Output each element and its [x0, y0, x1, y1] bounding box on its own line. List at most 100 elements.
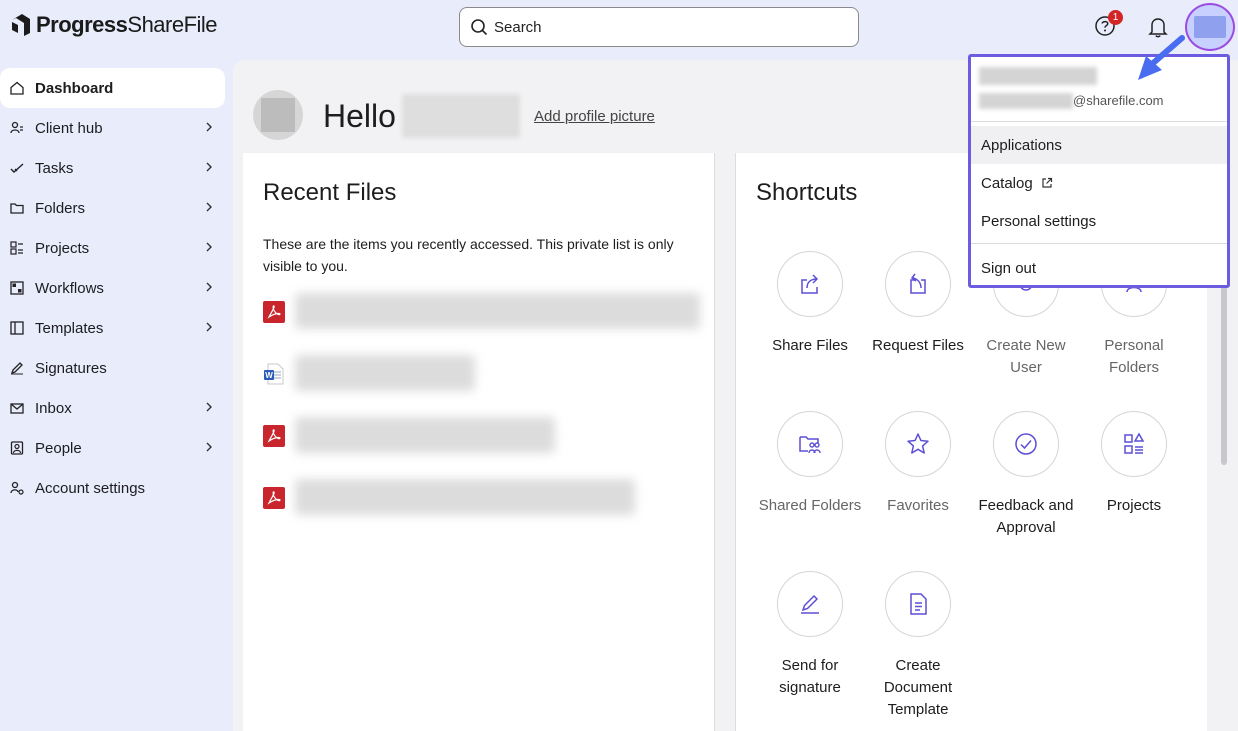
chevron-right-icon [206, 202, 212, 212]
sidebar-item-client-hub[interactable]: Client hub [0, 108, 225, 148]
pen-icon [10, 362, 23, 375]
annotation-arrow-icon [1138, 35, 1185, 80]
sidebar-item-projects[interactable]: Projects [0, 228, 225, 268]
sidebar-item-tasks[interactable]: Tasks [0, 148, 225, 188]
pdf-icon [263, 487, 285, 509]
sidebar-nav: Dashboard Client hub Tasks Folders Proje… [0, 68, 232, 508]
chevron-right-icon [206, 442, 212, 452]
shortcut-create-document-template[interactable]: Create Document Template [864, 571, 972, 721]
menu-divider [971, 243, 1227, 244]
add-profile-picture-link[interactable]: Add profile picture [534, 108, 655, 125]
external-link-icon [1042, 177, 1052, 188]
menu-item-sign-out[interactable]: Sign out [971, 249, 1227, 287]
profile-avatar [253, 90, 303, 140]
chevron-right-icon [206, 402, 212, 412]
sidebar-item-dashboard[interactable]: Dashboard [0, 68, 225, 108]
svg-text:W: W [265, 371, 273, 380]
check-circle-icon [1015, 433, 1037, 455]
people-icon [10, 441, 24, 455]
document-icon [910, 593, 927, 615]
sidebar-item-label: Account settings [35, 479, 146, 497]
workflows-icon [10, 281, 24, 295]
file-name-redacted [295, 417, 555, 453]
user-name-redacted [402, 94, 520, 138]
share-icon [801, 274, 819, 294]
user-menu-dropdown: @sharefile.com Applications Catalog Pers… [968, 54, 1230, 288]
sidebar-item-label: Workflows [35, 279, 104, 297]
file-name-redacted [295, 479, 635, 515]
check-icon [10, 163, 24, 173]
chevron-right-icon [206, 162, 212, 172]
top-bar: ProgressShareFile Search 1 [0, 0, 1238, 56]
recent-file-item[interactable] [263, 293, 703, 333]
pdf-icon [263, 425, 285, 447]
sidebar-item-workflows[interactable]: Workflows [0, 268, 225, 308]
shortcut-favorites[interactable]: Favorites [864, 411, 972, 517]
shared-folder-icon [799, 436, 821, 454]
recent-files-card: Recent Files These are the items you rec… [243, 153, 715, 731]
chevron-right-icon [206, 242, 212, 252]
shortcut-request-files[interactable]: Request Files [864, 251, 972, 357]
avatar [1194, 16, 1226, 38]
pdf-icon [263, 301, 285, 323]
account-settings-icon [10, 481, 24, 495]
folder-icon [10, 203, 24, 214]
sidebar-item-inbox[interactable]: Inbox [0, 388, 225, 428]
file-name-redacted [295, 293, 700, 329]
search-input[interactable]: Search [459, 7, 859, 47]
recent-file-item[interactable] [263, 417, 703, 457]
sidebar-item-label: Inbox [35, 399, 72, 417]
shortcut-projects[interactable]: Projects [1080, 411, 1188, 517]
sidebar-item-people[interactable]: People [0, 428, 225, 468]
request-icon [910, 273, 926, 294]
user-email-redacted [979, 93, 1073, 109]
menu-divider [971, 121, 1227, 122]
search-icon [471, 19, 488, 36]
sidebar-item-account-settings[interactable]: Account settings [0, 468, 225, 508]
shortcut-shared-folders[interactable]: Shared Folders [756, 411, 864, 517]
progress-logo-icon [12, 14, 30, 36]
search-placeholder: Search [494, 18, 542, 36]
sidebar-item-label: Signatures [35, 359, 107, 377]
mail-icon [10, 403, 24, 414]
sidebar-item-label: Projects [35, 239, 90, 257]
sidebar-item-templates[interactable]: Templates [0, 308, 225, 348]
chevron-right-icon [206, 282, 212, 292]
recent-files-title: Recent Files [263, 179, 397, 206]
projects-icon [1124, 432, 1145, 454]
menu-item-personal-settings[interactable]: Personal settings [971, 202, 1227, 240]
sidebar-item-label: Client hub [35, 119, 103, 137]
recent-file-item[interactable] [263, 479, 703, 519]
projects-icon [10, 241, 23, 255]
star-icon [907, 433, 929, 454]
user-display-name-redacted [979, 67, 1097, 85]
scrollbar-thumb[interactable] [1221, 275, 1227, 465]
pen-icon [801, 594, 819, 614]
word-icon: W [264, 363, 284, 385]
menu-item-applications[interactable]: Applications [971, 126, 1227, 164]
sidebar-item-folders[interactable]: Folders [0, 188, 225, 228]
menu-item-catalog[interactable]: Catalog [971, 164, 1227, 202]
sidebar-item-label: Tasks [35, 159, 74, 177]
recent-files-description: These are the items you recently accesse… [263, 236, 674, 274]
sidebar-item-label: Dashboard [35, 79, 114, 97]
greeting-hello: Hello [323, 98, 396, 134]
shortcut-feedback-and-approval[interactable]: Feedback and Approval [972, 411, 1080, 539]
shortcut-send-for-signature[interactable]: Send for signature [756, 571, 864, 699]
user-avatar-button[interactable] [1185, 3, 1235, 51]
brand-name: ProgressShareFile [36, 12, 218, 37]
shortcuts-scrollbar[interactable] [1219, 275, 1229, 731]
user-email-domain: @sharefile.com [1073, 93, 1164, 108]
client-hub-icon [10, 121, 23, 134]
chevron-right-icon [206, 122, 212, 132]
recent-file-item[interactable]: W [263, 355, 703, 395]
chevron-right-icon [206, 322, 212, 332]
progress-sharefile-logo[interactable]: ProgressShareFile [10, 12, 218, 38]
templates-icon [10, 321, 24, 335]
help-notification-badge: 1 [1108, 10, 1123, 25]
sidebar-item-signatures[interactable]: Signatures [0, 348, 225, 388]
home-icon [10, 81, 24, 95]
shortcut-share-files[interactable]: Share Files [756, 251, 864, 357]
sidebar-item-label: Templates [35, 319, 104, 337]
sidebar-item-label: People [35, 439, 82, 457]
